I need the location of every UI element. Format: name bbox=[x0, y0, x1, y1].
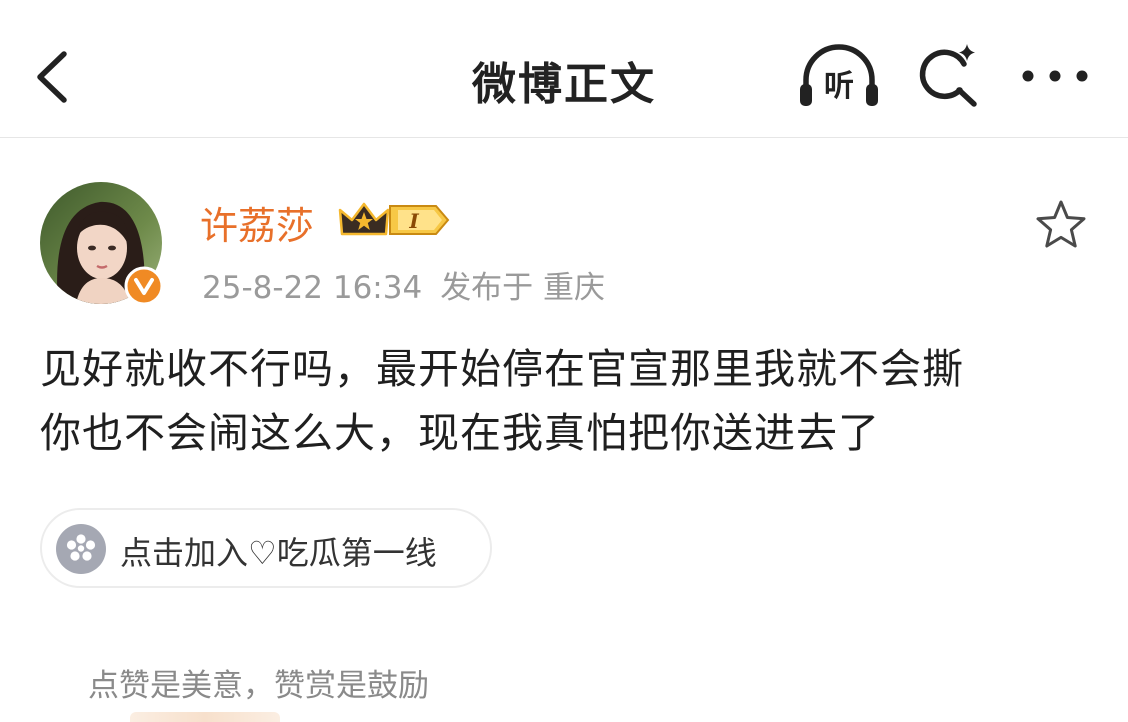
post-meta: 25-8-22 16:34 发布于 重庆 bbox=[202, 262, 605, 307]
verified-badge bbox=[124, 266, 164, 306]
more-dots-icon bbox=[1022, 70, 1088, 82]
search-button[interactable] bbox=[912, 42, 982, 110]
listen-button[interactable]: 听 bbox=[798, 42, 880, 110]
topic-chip[interactable]: 点击加入♡吃瓜第一线 bbox=[40, 508, 492, 588]
topic-label: 点击加入♡吃瓜第一线 bbox=[120, 534, 437, 572]
back-button[interactable] bbox=[26, 46, 78, 108]
author-name[interactable]: 许荔莎 bbox=[200, 195, 314, 250]
post-timestamp: 25-8-22 16:34 bbox=[202, 270, 423, 306]
back-arrow-icon bbox=[37, 51, 67, 103]
star-outline-icon bbox=[1036, 200, 1086, 248]
favorite-button[interactable] bbox=[1034, 198, 1088, 252]
more-button[interactable] bbox=[1018, 56, 1092, 96]
vip-level-badge[interactable]: I bbox=[338, 198, 454, 242]
post-location: 发布于 重庆 bbox=[440, 270, 606, 306]
reward-card-edge bbox=[130, 712, 280, 722]
reward-prompt: 点赞是美意，赞赏是鼓励 bbox=[88, 668, 429, 704]
crown-icon: I bbox=[338, 202, 450, 236]
post-content: 见好就收不行吗，最开始停在官宣那里我就不会撕 你也不会闹这么大，现在我真怕把你送… bbox=[40, 337, 1100, 465]
headphones-icon: 听 bbox=[800, 44, 878, 106]
vip-level-text: I bbox=[408, 209, 419, 233]
post-content-line: 你也不会闹这么大，现在我真怕把你送进去了 bbox=[40, 409, 880, 457]
topic-flower-icon bbox=[56, 524, 106, 574]
sparkle-search-icon bbox=[919, 44, 977, 107]
listen-label: 听 bbox=[824, 69, 854, 104]
v-verified-icon bbox=[124, 266, 164, 306]
weibo-post-page: 微博正文 听 许荔莎 I 25-8-22 16:34 发布于 重庆 见好就收不行… bbox=[0, 0, 1128, 722]
post-content-line: 见好就收不行吗，最开始停在官宣那里我就不会撕 bbox=[40, 345, 964, 393]
top-nav-bar: 微博正文 听 bbox=[0, 0, 1128, 138]
